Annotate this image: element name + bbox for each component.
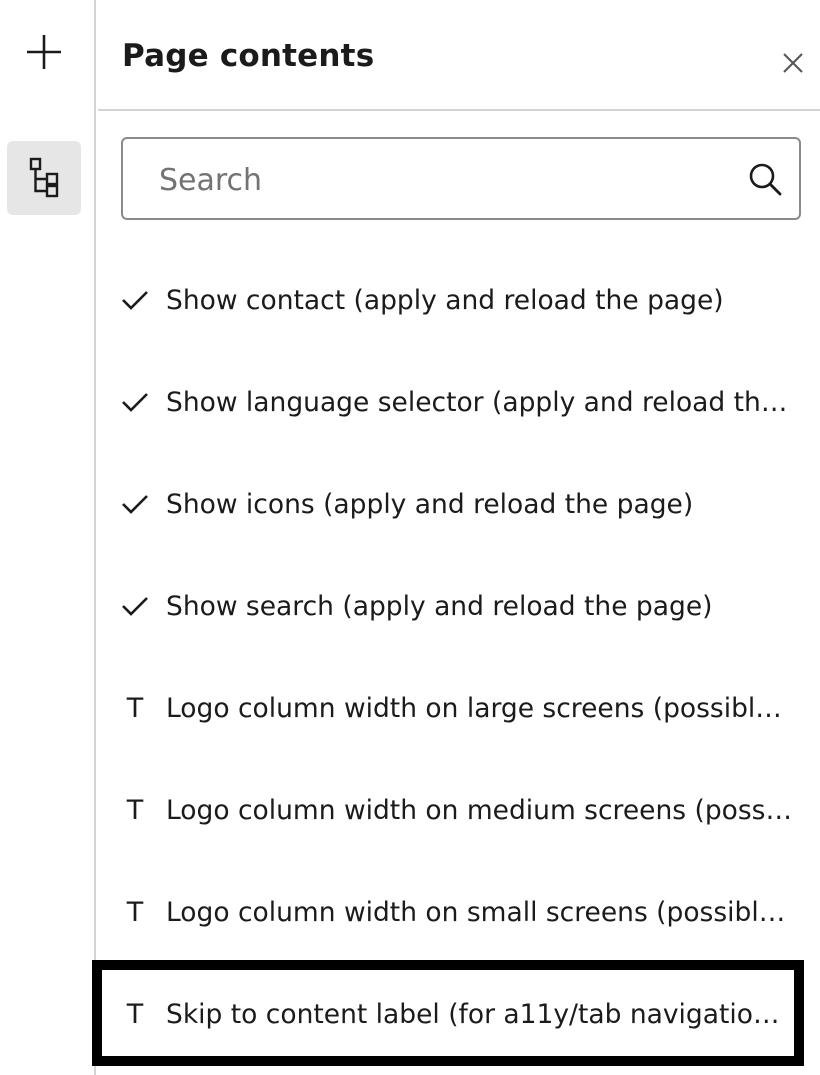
list-item-label: Logo column width on medium screens (pos… bbox=[166, 795, 794, 826]
list-item[interactable]: Show contact (apply and reload the page) bbox=[98, 250, 820, 352]
search-input[interactable] bbox=[157, 157, 721, 203]
page-structure-button[interactable] bbox=[7, 141, 81, 215]
search-field[interactable] bbox=[121, 137, 801, 220]
text-icon: T bbox=[126, 692, 144, 724]
close-icon bbox=[783, 53, 803, 73]
tree-structure-icon bbox=[29, 157, 59, 198]
list-item[interactable]: Show search (apply and reload the page) bbox=[98, 556, 820, 658]
list-item-label: Skip to content label (for a11y/tab navi… bbox=[166, 999, 794, 1030]
add-button[interactable] bbox=[18, 28, 70, 76]
check-icon bbox=[120, 384, 150, 420]
text-icon: T bbox=[126, 794, 144, 826]
page-contents-panel: Page contents Show contact (apply and re… bbox=[92, 0, 820, 1075]
contents-list: Show contact (apply and reload the page)… bbox=[92, 250, 820, 1066]
plus-icon bbox=[27, 35, 61, 69]
panel-title: Page contents bbox=[122, 38, 375, 74]
close-button[interactable] bbox=[776, 46, 810, 80]
search-icon[interactable] bbox=[747, 161, 783, 197]
list-item[interactable]: T Logo column width on large screens (po… bbox=[98, 658, 820, 760]
list-item-label: Show contact (apply and reload the page) bbox=[166, 285, 724, 316]
list-item[interactable]: T Logo column width on small screens (po… bbox=[98, 862, 820, 964]
left-toolbar bbox=[0, 0, 96, 1075]
check-icon bbox=[120, 588, 150, 624]
panel-header: Page contents bbox=[98, 0, 820, 111]
check-icon bbox=[120, 282, 150, 318]
list-item-label: Logo column width on small screens (poss… bbox=[166, 897, 794, 928]
list-item[interactable]: Show icons (apply and reload the page) bbox=[98, 454, 820, 556]
text-icon: T bbox=[126, 896, 144, 928]
list-item-label: Show icons (apply and reload the page) bbox=[166, 489, 694, 520]
list-item[interactable]: T Logo column width on medium screens (p… bbox=[98, 760, 820, 862]
check-icon bbox=[120, 486, 150, 522]
text-icon: T bbox=[126, 998, 144, 1030]
list-item-selected[interactable]: T Skip to content label (for a11y/tab na… bbox=[92, 960, 804, 1066]
list-item-label: Show language selector (apply and reload… bbox=[166, 387, 794, 418]
list-item-label: Show search (apply and reload the page) bbox=[166, 591, 713, 622]
list-item[interactable]: Show language selector (apply and reload… bbox=[98, 352, 820, 454]
list-item-label: Logo column width on large screens (poss… bbox=[166, 693, 794, 724]
